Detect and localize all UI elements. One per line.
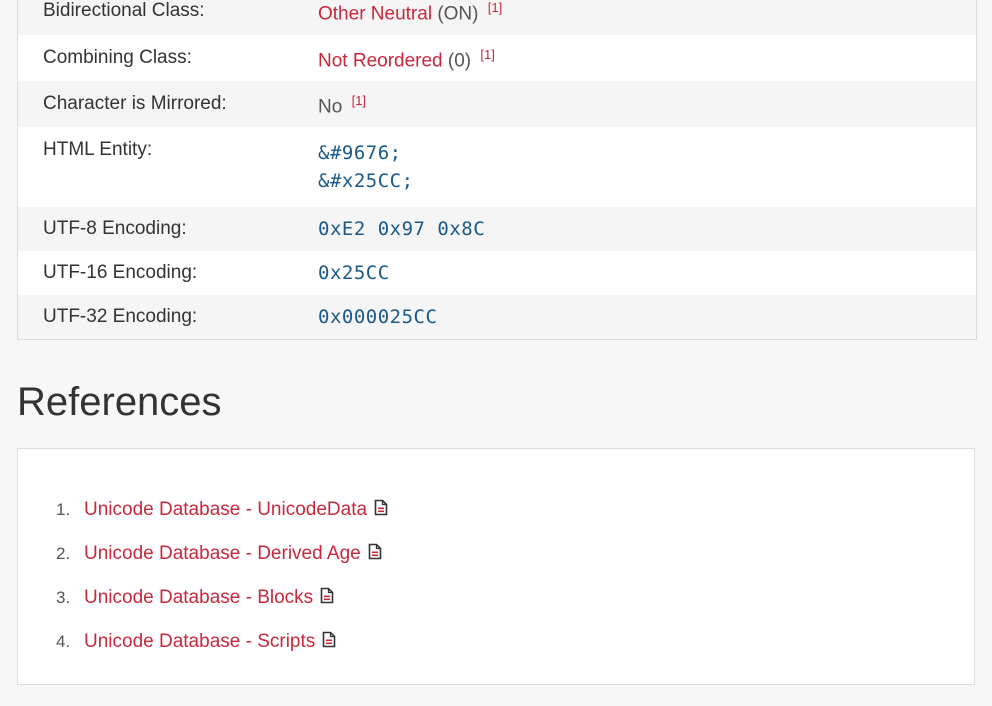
property-value: No [1] — [318, 93, 976, 118]
combining-class-code: (0) — [447, 50, 472, 72]
property-row-bidirectional: Bidirectional Class: Other Neutral (ON) … — [18, 0, 976, 35]
document-icon — [368, 543, 382, 566]
property-value: &#9676; &#x25CC; — [318, 139, 976, 195]
references-list: 1. Unicode Database - UnicodeData 2. Uni… — [56, 488, 388, 664]
reference-item: 2. Unicode Database - Derived Age — [56, 532, 388, 576]
utf16-encoding-value: 0x25CC — [318, 262, 390, 284]
property-value: Other Neutral (ON) [1] — [318, 0, 976, 25]
bidi-class-code: (ON) — [437, 3, 479, 25]
utf8-encoding-value: 0xE2 0x97 0x8C — [318, 218, 486, 240]
property-label: UTF-8 Encoding: — [43, 218, 187, 239]
references-panel: 1. Unicode Database - UnicodeData 2. Uni… — [17, 448, 975, 685]
reference-item: 1. Unicode Database - UnicodeData — [56, 488, 388, 532]
reference-link-blocks[interactable]: Unicode Database - Blocks — [84, 587, 313, 609]
property-row-utf16: UTF-16 Encoding: 0x25CC — [18, 251, 976, 295]
reference-footnote-link[interactable]: [1] — [488, 0, 502, 15]
document-icon — [374, 499, 388, 522]
property-row-utf32: UTF-32 Encoding: 0x000025CC — [18, 295, 976, 339]
combining-class-link[interactable]: Not Reordered — [318, 50, 443, 71]
utf32-encoding-value: 0x000025CC — [318, 306, 438, 328]
references-heading: References — [17, 380, 222, 424]
document-icon — [320, 587, 334, 610]
html-entity-decimal: &#9676; — [318, 142, 402, 164]
property-row-mirrored: Character is Mirrored: No [1] — [18, 81, 976, 127]
reference-item: 4. Unicode Database - Scripts — [56, 620, 388, 664]
reference-number: 4. — [56, 632, 71, 651]
property-label: Character is Mirrored: — [43, 93, 227, 114]
property-row-html-entity: HTML Entity: &#9676; &#x25CC; — [18, 127, 976, 207]
mirrored-value: No — [318, 96, 343, 118]
reference-footnote-link[interactable]: [1] — [480, 47, 494, 62]
reference-link-unicodedata[interactable]: Unicode Database - UnicodeData — [84, 499, 367, 521]
property-row-combining: Combining Class: Not Reordered (0) [1] — [18, 35, 976, 81]
reference-link-scripts[interactable]: Unicode Database - Scripts — [84, 631, 315, 653]
property-label: UTF-16 Encoding: — [43, 262, 198, 283]
reference-footnote-link[interactable]: [1] — [352, 93, 366, 108]
property-row-utf8: UTF-8 Encoding: 0xE2 0x97 0x8C — [18, 207, 976, 251]
character-properties-table: Bidirectional Class: Other Neutral (ON) … — [17, 0, 977, 340]
reference-link-derived-age[interactable]: Unicode Database - Derived Age — [84, 543, 361, 565]
property-label: UTF-32 Encoding: — [43, 306, 198, 327]
property-value: Not Reordered (0) [1] — [318, 47, 976, 72]
property-label: Combining Class: — [43, 47, 192, 68]
bidi-class-link[interactable]: Other Neutral — [318, 3, 432, 24]
reference-number: 1. — [56, 500, 71, 519]
reference-item: 3. Unicode Database - Blocks — [56, 576, 388, 620]
property-label: Bidirectional Class: — [43, 0, 205, 21]
property-label: HTML Entity: — [43, 139, 153, 160]
html-entity-hex: &#x25CC; — [318, 170, 414, 192]
reference-number: 2. — [56, 544, 71, 563]
document-icon — [322, 631, 336, 654]
reference-number: 3. — [56, 588, 71, 607]
